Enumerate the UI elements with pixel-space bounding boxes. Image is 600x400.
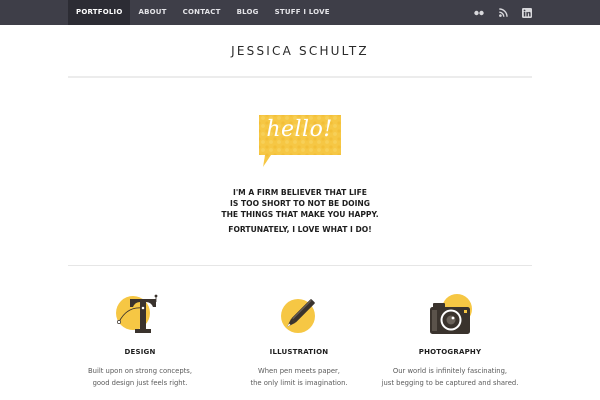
camera-icon <box>430 294 472 334</box>
feature-photography: PHOTOGRAPHY Our world is infinitely fasc… <box>360 292 540 389</box>
description-line: good design just feels right. <box>92 379 188 387</box>
site-title[interactable]: JESSICA SCHULTZ <box>0 44 600 58</box>
top-navigation-bar: PORTFOLIO ABOUT CONTACT BLOG STUFF I LOV… <box>0 0 600 25</box>
feature-title: DESIGN <box>124 348 156 356</box>
flickr-icon[interactable] <box>474 8 484 18</box>
nav-item-portfolio[interactable]: PORTFOLIO <box>68 0 131 25</box>
intro-closing: FORTUNATELY, I LOVE WHAT I DO! <box>228 225 372 234</box>
intro-statement: I'M A FIRM BELIEVER THAT LIFE IS TOO SHO… <box>0 187 600 220</box>
main-nav: PORTFOLIO ABOUT CONTACT BLOG STUFF I LOV… <box>68 0 338 25</box>
intro-line: IS TOO SHORT TO NOT BE DOING <box>230 199 370 208</box>
nav-item-about[interactable]: ABOUT <box>130 0 174 25</box>
social-links <box>474 0 532 25</box>
feature-design: DESIGN Built upon on strong concepts, go… <box>50 292 230 389</box>
nav-item-stuff-i-love[interactable]: STUFF I LOVE <box>267 0 338 25</box>
description-line: Built upon on strong concepts, <box>87 367 193 375</box>
description-line: just begging to be captured and shared. <box>381 379 519 387</box>
nav-item-contact[interactable]: CONTACT <box>175 0 229 25</box>
pen-icon <box>281 299 315 333</box>
feature-description: Built upon on strong concepts, good desi… <box>50 365 230 389</box>
header-divider <box>68 76 532 78</box>
intro-line: I'M A FIRM BELIEVER THAT LIFE <box>233 188 367 197</box>
feature-description: Our world is infinitely fascinating, jus… <box>360 365 540 389</box>
hello-text: hello! <box>266 117 333 142</box>
linkedin-icon[interactable] <box>522 7 532 18</box>
intro-line: THE THINGS THAT MAKE YOU HAPPY. <box>221 210 379 219</box>
rss-icon[interactable] <box>498 8 508 18</box>
section-divider <box>68 265 532 266</box>
feature-title: PHOTOGRAPHY <box>418 348 482 356</box>
nav-item-blog[interactable]: BLOG <box>229 0 267 25</box>
typography-icon <box>116 294 158 333</box>
description-line: Our world is infinitely fascinating, <box>392 367 508 375</box>
